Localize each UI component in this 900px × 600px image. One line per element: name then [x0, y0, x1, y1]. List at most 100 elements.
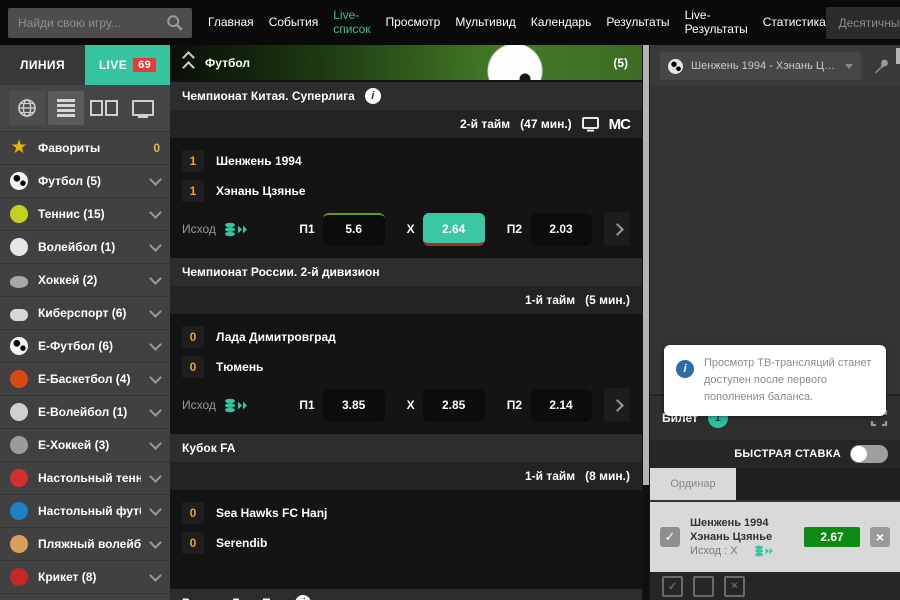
sidebar-item-e-volleyball[interactable]: Е-Волейбол (1): [0, 395, 170, 428]
team-row[interactable]: 0 Тюмень: [170, 352, 642, 382]
nav-live-list[interactable]: Live- список: [333, 9, 370, 37]
sidebar-item-e-hockey[interactable]: Е-Хоккей (3): [0, 428, 170, 461]
league-header[interactable]: Чемпионат Китая. Суперлига i: [170, 82, 642, 110]
tab-line[interactable]: ЛИНИЯ: [0, 45, 85, 85]
sidebar-item-e-football[interactable]: Е-Футбол (6): [0, 329, 170, 362]
odds-button-p2[interactable]: 2.03: [530, 213, 592, 246]
sidebar-item-tennis[interactable]: Теннис (15): [0, 197, 170, 230]
tab-live-label: LIVE: [99, 58, 127, 72]
table-tennis-icon: [10, 469, 28, 487]
odds-button-x[interactable]: 2.85: [423, 389, 485, 422]
team-row[interactable]: 0 Лада Димитровград: [170, 322, 642, 352]
nav-events[interactable]: События: [269, 16, 319, 30]
events-scrollbar[interactable]: [643, 45, 649, 600]
sport-section-header[interactable]: Футбол (5): [170, 45, 642, 80]
nav-statistics[interactable]: Статистика: [763, 16, 826, 30]
info-icon[interactable]: i: [295, 595, 311, 600]
events-column: Футбол (5) Чемпионат Китая. Суперлига i …: [170, 45, 650, 600]
tab-single[interactable]: Ординар: [650, 468, 736, 500]
chevron-down-icon: [149, 503, 162, 516]
all-sports-button[interactable]: [9, 91, 45, 125]
sidebar-item-esports[interactable]: Киберспорт (6): [0, 296, 170, 329]
match-select-dropdown[interactable]: Шенжень 1994 - Хэнань Цз...: [660, 52, 861, 80]
coins-icon: [754, 545, 774, 557]
list-icon: [57, 99, 75, 117]
search-icon[interactable]: [166, 14, 184, 32]
select-all-icon[interactable]: ✓: [662, 576, 683, 597]
search-input[interactable]: [16, 15, 160, 31]
team-row[interactable]: 1 Хэнань Цзянье: [170, 176, 642, 206]
odds-button-p1[interactable]: 3.85: [323, 389, 385, 422]
sidebar-item-e-basketball[interactable]: Е-Баскетбол (4): [0, 362, 170, 395]
clear-slip-icon[interactable]: ×: [724, 576, 745, 597]
nav-results[interactable]: Результаты: [606, 16, 669, 30]
info-icon[interactable]: i: [365, 88, 381, 104]
sidebar-item-favorites[interactable]: Фавориты 0: [0, 131, 170, 164]
sidebar-item-table-tennis[interactable]: Настольный теннис (...: [0, 461, 170, 494]
content: ЛИНИЯ LIVE 69: [0, 45, 900, 600]
league-header[interactable]: Кубок FA: [170, 434, 642, 462]
match-center-icon[interactable]: MC: [609, 116, 630, 133]
nav-home[interactable]: Главная: [208, 16, 254, 30]
nav-live-results[interactable]: Live- Результаты: [685, 9, 748, 37]
sidebar-item-hockey[interactable]: Хоккей (2): [0, 263, 170, 296]
remove-bet-button[interactable]: ×: [870, 527, 890, 547]
chevron-down-icon: [149, 272, 162, 285]
tennis-ball-icon: [10, 205, 28, 223]
odds-format-select[interactable]: Десятичный: [826, 7, 900, 39]
pin-icon[interactable]: [873, 58, 890, 75]
team-score: 1: [182, 150, 204, 172]
more-markets-button[interactable]: [604, 388, 630, 422]
nav-multiview[interactable]: Мультивид: [455, 16, 515, 30]
league-header[interactable]: Россия. Лига Про i: [170, 589, 642, 600]
hockey-puck-icon: [10, 276, 28, 288]
list-view-button[interactable]: [48, 91, 84, 125]
collapse-icon[interactable]: [184, 53, 193, 72]
team-row[interactable]: 1 Шенжень 1994: [170, 146, 642, 176]
odds-button-p1[interactable]: 5.6: [323, 213, 385, 246]
odds-button-p2[interactable]: 2.14: [530, 389, 592, 422]
sidebar-item-football[interactable]: Футбол (5): [0, 164, 170, 197]
betting-app: Главная События Live- список Просмотр Му…: [0, 0, 900, 600]
tv-view-button[interactable]: [125, 91, 161, 125]
chevron-down-icon: [149, 239, 162, 252]
table-football-icon: [10, 502, 28, 520]
search-box[interactable]: [8, 8, 192, 38]
nav-calendar[interactable]: Календарь: [531, 16, 592, 30]
market-row: Исход П1 5.6 Х 2.64 П2 2.03: [170, 206, 642, 252]
multiview-button[interactable]: [86, 91, 122, 125]
match-period: 2-й тайм: [460, 117, 510, 131]
league-header[interactable]: Чемпионат России. 2-й дивизион: [170, 258, 642, 286]
sidebar-item-volleyball[interactable]: Волейбол (1): [0, 230, 170, 263]
more-markets-button[interactable]: [604, 212, 630, 246]
team-score: 0: [182, 356, 204, 378]
main-nav: Главная События Live- список Просмотр Му…: [208, 9, 826, 37]
star-icon: [10, 139, 28, 157]
match-time: (5 мин.): [585, 293, 630, 307]
sidebar-item-beach-volleyball[interactable]: Пляжный волейбол (1): [0, 527, 170, 560]
e-volleyball-icon: [10, 403, 28, 421]
slip-actions: ✓ ×: [650, 572, 900, 600]
odds-button-x[interactable]: 2.64: [423, 213, 485, 246]
tv-icon[interactable]: [582, 117, 599, 132]
sidebar-item-table-football[interactable]: Настольный футбол ...: [0, 494, 170, 527]
sidebar-item-rugby[interactable]: Регби (4): [0, 593, 170, 600]
copy-slip-icon[interactable]: [693, 576, 714, 597]
cricket-ball-icon: [10, 568, 28, 586]
scrollbar-thumb[interactable]: [643, 45, 649, 485]
tab-live[interactable]: LIVE 69: [85, 45, 170, 85]
quick-bet-toggle[interactable]: [850, 445, 888, 463]
e-hockey-icon: [10, 436, 28, 454]
match-period: 1-й тайм: [525, 293, 575, 307]
info-icon: i: [676, 360, 694, 378]
odds-format-value: Десятичный: [838, 16, 900, 30]
sport-event-count: (5): [613, 56, 628, 70]
chevron-down-icon: [149, 338, 162, 351]
team-row[interactable]: 0 Sea Hawks FC Hanj: [170, 498, 642, 528]
bet-checkbox[interactable]: ✓: [660, 527, 680, 547]
team-row[interactable]: 0 Serendib: [170, 528, 642, 558]
nav-view[interactable]: Просмотр: [386, 16, 441, 30]
sidebar-filter-icons: [0, 85, 170, 131]
panel-scrollbar-thumb[interactable]: [896, 48, 900, 64]
sidebar-item-cricket[interactable]: Крикет (8): [0, 560, 170, 593]
